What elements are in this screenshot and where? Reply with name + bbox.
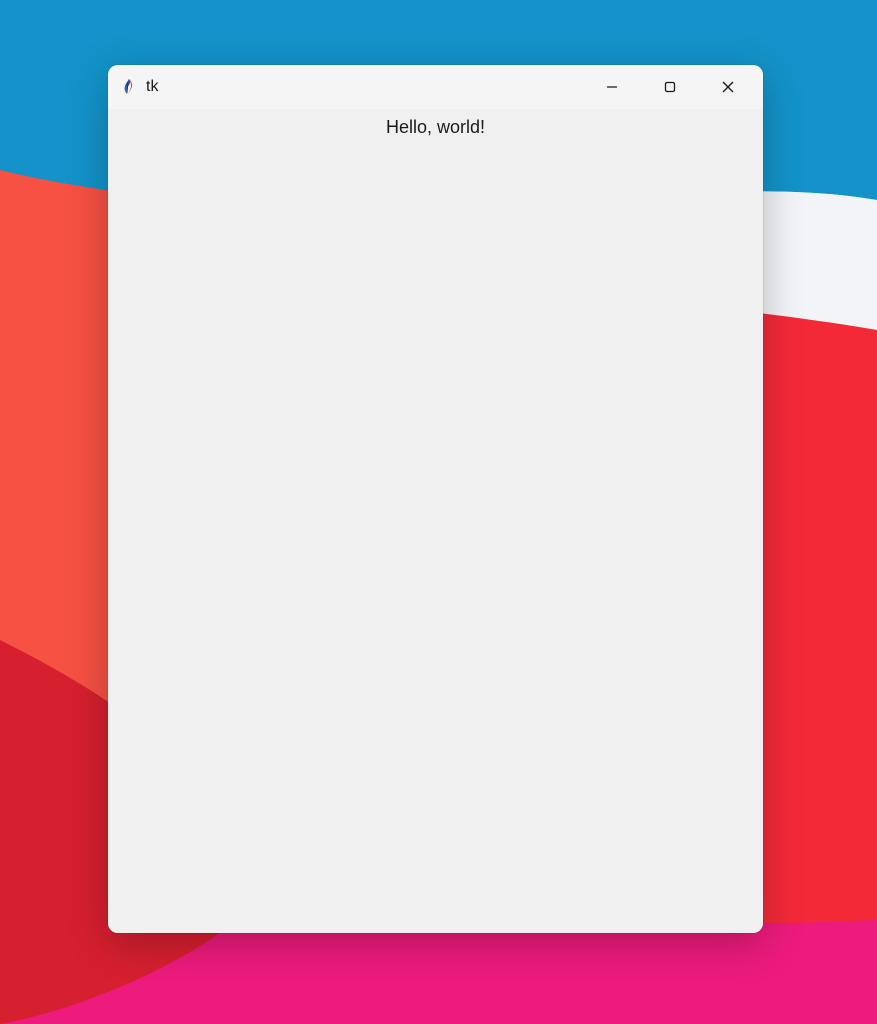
hello-label: Hello, world!: [386, 117, 485, 138]
titlebar[interactable]: tk: [108, 65, 763, 109]
window-controls: [583, 67, 757, 107]
maximize-button[interactable]: [641, 67, 699, 107]
window-title: tk: [146, 78, 158, 96]
close-icon: [721, 80, 735, 94]
minimize-icon: [606, 81, 618, 93]
maximize-icon: [664, 81, 676, 93]
titlebar-left: tk: [120, 78, 583, 96]
tk-feather-icon: [120, 78, 138, 96]
app-window: tk Hello, world!: [108, 65, 763, 933]
window-content: Hello, world!: [108, 109, 763, 933]
close-button[interactable]: [699, 67, 757, 107]
minimize-button[interactable]: [583, 67, 641, 107]
